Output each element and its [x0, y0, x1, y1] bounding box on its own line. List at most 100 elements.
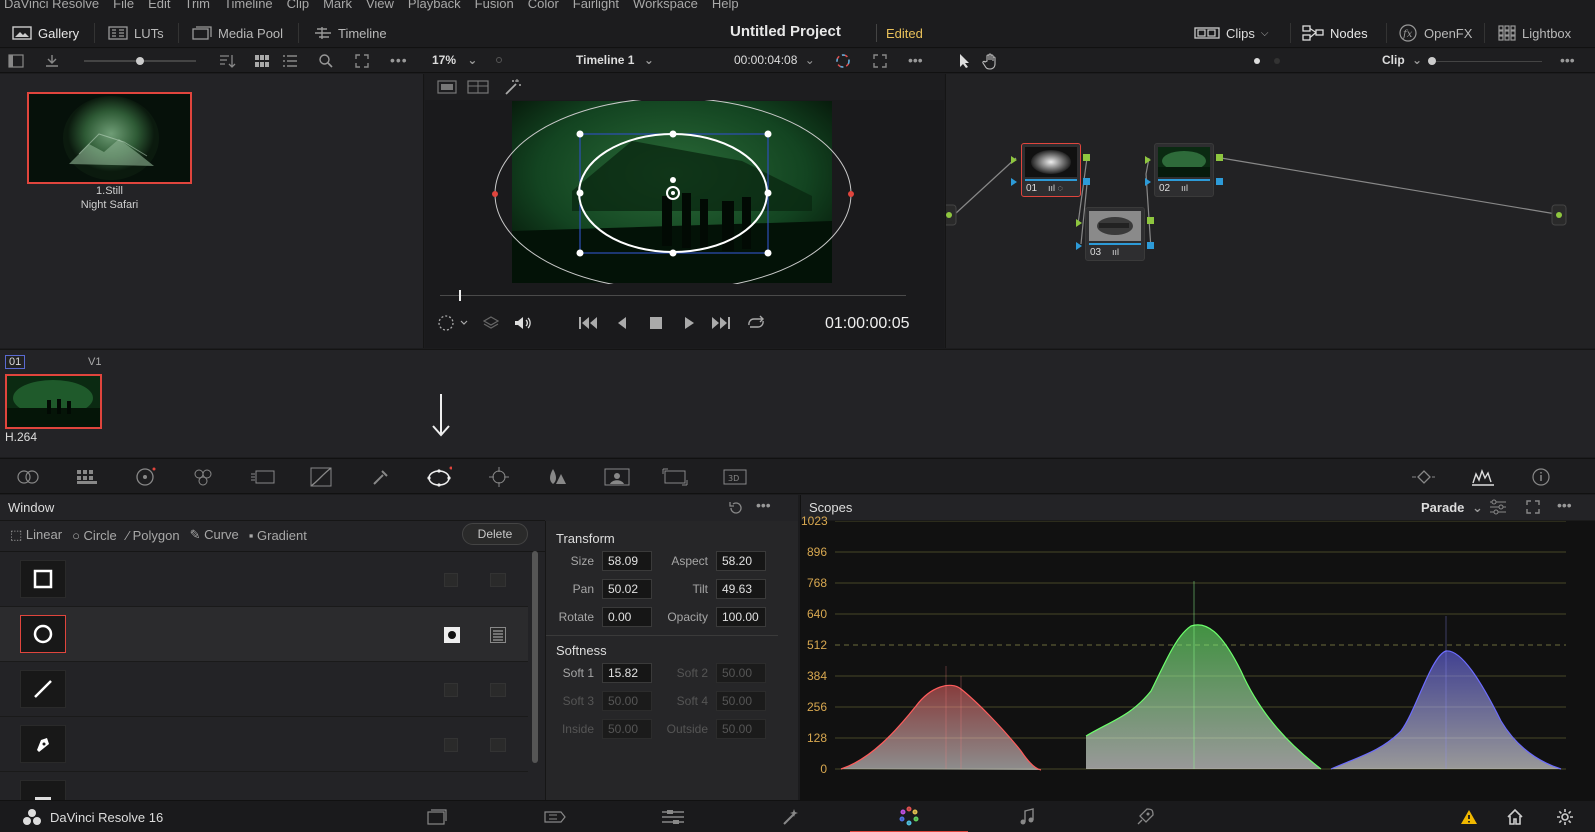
- menu-file[interactable]: File: [113, 0, 134, 11]
- window-mode-icon[interactable]: [437, 314, 471, 332]
- keyframes-icon[interactable]: [1398, 463, 1448, 491]
- circle-shape-icon[interactable]: [20, 615, 66, 653]
- node-01-output[interactable]: [1083, 154, 1090, 161]
- color-wheels-icon[interactable]: [120, 463, 170, 491]
- magic-wand-icon[interactable]: [503, 78, 523, 96]
- grab-still-icon[interactable]: [44, 53, 60, 69]
- window-list-scrollbar[interactable]: [532, 551, 538, 763]
- window-row-linear[interactable]: [0, 552, 528, 607]
- gradient-shape-icon[interactable]: [20, 780, 66, 800]
- grid-view-icon[interactable]: [254, 54, 270, 68]
- scope-settings-icon[interactable]: [1489, 499, 1507, 515]
- node-01-key-input[interactable]: [1011, 178, 1017, 186]
- page-dot-active[interactable]: [1254, 58, 1260, 64]
- invert-toggle[interactable]: [444, 683, 458, 697]
- slider-handle[interactable]: [136, 57, 144, 65]
- fullscreen-icon[interactable]: [872, 53, 888, 69]
- sidebar-toggle-icon[interactable]: [8, 54, 24, 68]
- soft2-field[interactable]: [716, 663, 766, 683]
- gallery-button[interactable]: Gallery: [12, 18, 79, 48]
- settings-gear-icon[interactable]: [1556, 808, 1574, 826]
- menu-playback[interactable]: Playback: [408, 0, 461, 11]
- info-icon[interactable]: [1516, 463, 1566, 491]
- list-view-icon[interactable]: [282, 54, 298, 68]
- line-shape-icon[interactable]: [20, 670, 66, 708]
- square-shape-icon[interactable]: [20, 560, 66, 598]
- curve-tool[interactable]: ✎ Curve: [190, 527, 239, 543]
- node-01-key-output[interactable]: [1083, 178, 1090, 185]
- curves-icon[interactable]: [296, 463, 346, 491]
- color-match-icon[interactable]: [62, 463, 112, 491]
- menu-fairlight[interactable]: Fairlight: [573, 0, 619, 11]
- window-row-circle[interactable]: [0, 607, 528, 662]
- nodes-button[interactable]: Nodes: [1302, 18, 1368, 48]
- lightbox-button[interactable]: Lightbox: [1498, 18, 1571, 48]
- volume-icon[interactable]: [513, 315, 533, 331]
- home-icon[interactable]: [1506, 808, 1524, 826]
- sizing-icon[interactable]: [650, 463, 700, 491]
- timeline-button[interactable]: Timeline: [314, 18, 387, 48]
- skip-to-start-icon[interactable]: [578, 315, 598, 331]
- pen-shape-icon[interactable]: [20, 725, 66, 763]
- motion-effects-icon[interactable]: [238, 463, 288, 491]
- node-02-key-input[interactable]: [1145, 178, 1151, 186]
- edit-page-icon[interactable]: [614, 801, 732, 832]
- mask-toggle-active[interactable]: [490, 627, 506, 643]
- size-field[interactable]: [602, 551, 652, 571]
- menu-timeline[interactable]: Timeline: [224, 0, 273, 11]
- window-row-gradient[interactable]: [0, 772, 528, 800]
- scrubber-track[interactable]: [440, 295, 906, 296]
- color-wheel-icon[interactable]: [834, 52, 852, 70]
- pointer-icon[interactable]: [958, 53, 972, 69]
- page-dot[interactable]: [1274, 58, 1280, 64]
- soft4-field[interactable]: [716, 691, 766, 711]
- step-back-icon[interactable]: [616, 315, 628, 331]
- opacity-field[interactable]: [716, 607, 766, 627]
- node-02-key-output[interactable]: [1216, 178, 1223, 185]
- camera-raw-icon[interactable]: [4, 463, 54, 491]
- menu-color[interactable]: Color: [528, 0, 559, 11]
- menu-help[interactable]: Help: [712, 0, 739, 11]
- window-row-curve[interactable]: [0, 717, 528, 772]
- rotate-field[interactable]: [602, 607, 652, 627]
- zoom-dropdown[interactable]: 17% ⌄: [432, 53, 477, 67]
- scopes-icon[interactable]: [1458, 463, 1508, 491]
- fairlight-page-icon[interactable]: [968, 801, 1086, 832]
- window-tool-icon[interactable]: [414, 463, 464, 491]
- still-thumbnail[interactable]: [27, 92, 192, 184]
- scope-expand-icon[interactable]: [1525, 499, 1541, 515]
- loop-icon[interactable]: [745, 315, 767, 331]
- layers-icon[interactable]: [483, 315, 499, 331]
- expand-icon[interactable]: [354, 53, 370, 69]
- window-more-icon[interactable]: •••: [756, 497, 771, 513]
- menu-edit[interactable]: Edit: [148, 0, 170, 11]
- stop-icon[interactable]: [649, 316, 663, 330]
- tilt-field[interactable]: [716, 579, 766, 599]
- node-02[interactable]: 02 ııl: [1154, 143, 1214, 197]
- soft1-field[interactable]: [602, 663, 652, 683]
- media-pool-button[interactable]: Media Pool: [192, 18, 283, 48]
- node-03-output[interactable]: [1147, 217, 1154, 224]
- polygon-tool[interactable]: ⁄ Polygon: [127, 528, 180, 543]
- clip-thumbnail[interactable]: [5, 374, 102, 429]
- menu-mark[interactable]: Mark: [323, 0, 352, 11]
- pan-field[interactable]: [602, 579, 652, 599]
- openfx-button[interactable]: fx OpenFX: [1398, 18, 1472, 48]
- aspect-field[interactable]: [716, 551, 766, 571]
- menu-app[interactable]: DaVinci Resolve: [4, 0, 99, 11]
- source-timecode[interactable]: 00:00:04:08 ⌄: [734, 53, 815, 67]
- menu-fusion[interactable]: Fusion: [475, 0, 514, 11]
- sort-icon[interactable]: [218, 53, 236, 69]
- hand-icon[interactable]: [982, 52, 1000, 70]
- tracker-icon[interactable]: [474, 463, 524, 491]
- split-screen-icon[interactable]: [467, 80, 489, 94]
- window-overlay[interactable]: [425, 100, 944, 284]
- invert-toggle[interactable]: [444, 738, 458, 752]
- wipe-icon[interactable]: [437, 80, 457, 94]
- circle-tool[interactable]: ○ Circle: [72, 528, 117, 543]
- fusion-page-icon[interactable]: [732, 801, 850, 832]
- soft3-field[interactable]: [602, 691, 652, 711]
- luts-button[interactable]: LUTs: [108, 18, 164, 48]
- node-03-key-input[interactable]: [1076, 242, 1082, 250]
- key-icon[interactable]: [592, 463, 642, 491]
